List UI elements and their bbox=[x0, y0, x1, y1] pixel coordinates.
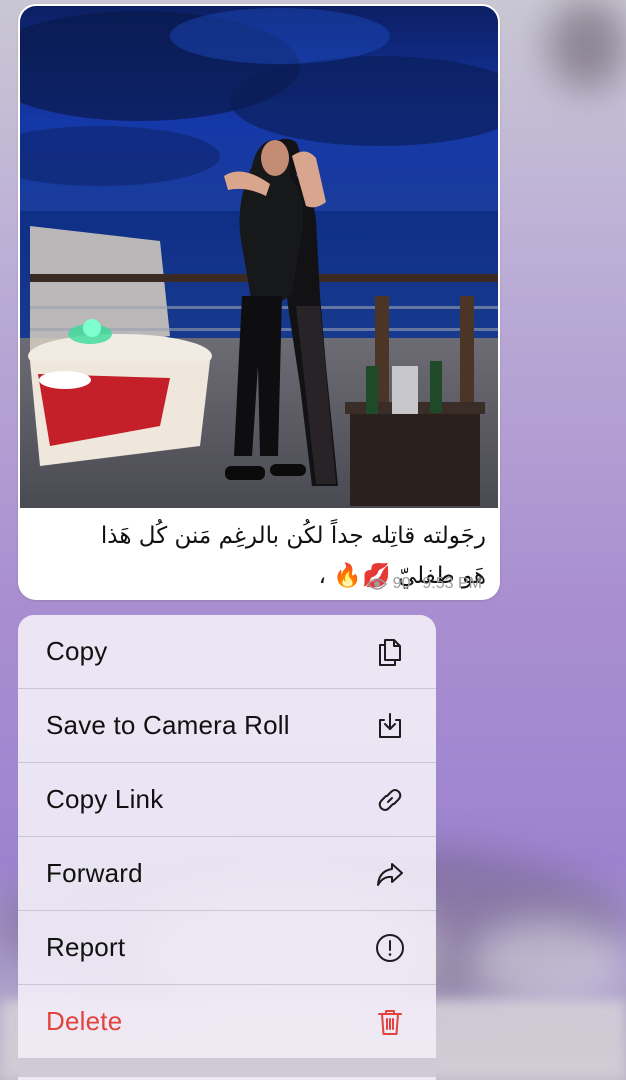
message-photo[interactable] bbox=[20, 6, 498, 508]
background-blur bbox=[548, 0, 626, 90]
menu-item-label: Copy Link bbox=[46, 784, 164, 814]
context-menu: Copy Save to Camera Roll Copy Link Forwa… bbox=[18, 615, 436, 1080]
menu-item-copy[interactable]: Copy bbox=[18, 615, 436, 689]
view-count: 90 bbox=[392, 575, 411, 592]
menu-item-copy-link[interactable]: Copy Link bbox=[18, 763, 436, 837]
menu-item-label: Copy bbox=[46, 636, 108, 666]
menu-item-label: Report bbox=[46, 932, 126, 962]
link-icon bbox=[374, 784, 406, 816]
save-download-icon bbox=[374, 710, 406, 742]
caption-line: رجَولته قاتِله جداً لكُن بالرغِم مَنن كُ… bbox=[100, 523, 486, 549]
menu-item-label: Forward bbox=[46, 858, 143, 888]
exclamation-circle-icon bbox=[374, 932, 406, 964]
message-time: 9:53 PM bbox=[422, 575, 482, 592]
message-meta: 90 9:53 PM bbox=[366, 570, 482, 598]
menu-divider bbox=[18, 1059, 436, 1077]
menu-item-report[interactable]: Report bbox=[18, 911, 436, 985]
menu-item-save-to-camera-roll[interactable]: Save to Camera Roll bbox=[18, 689, 436, 763]
background-blur bbox=[470, 920, 626, 1000]
forward-arrow-icon bbox=[374, 858, 406, 890]
copy-icon bbox=[374, 636, 406, 668]
eye-icon bbox=[366, 577, 387, 591]
menu-item-label: Delete bbox=[46, 1006, 123, 1036]
menu-item-forward[interactable]: Forward bbox=[18, 837, 436, 911]
menu-item-label: Save to Camera Roll bbox=[46, 710, 290, 740]
message-bubble[interactable]: رجَولته قاتِله جداً لكُن بالرغِم مَنن كُ… bbox=[18, 4, 500, 600]
trash-icon bbox=[374, 1006, 406, 1038]
menu-item-delete[interactable]: Delete bbox=[18, 985, 436, 1059]
